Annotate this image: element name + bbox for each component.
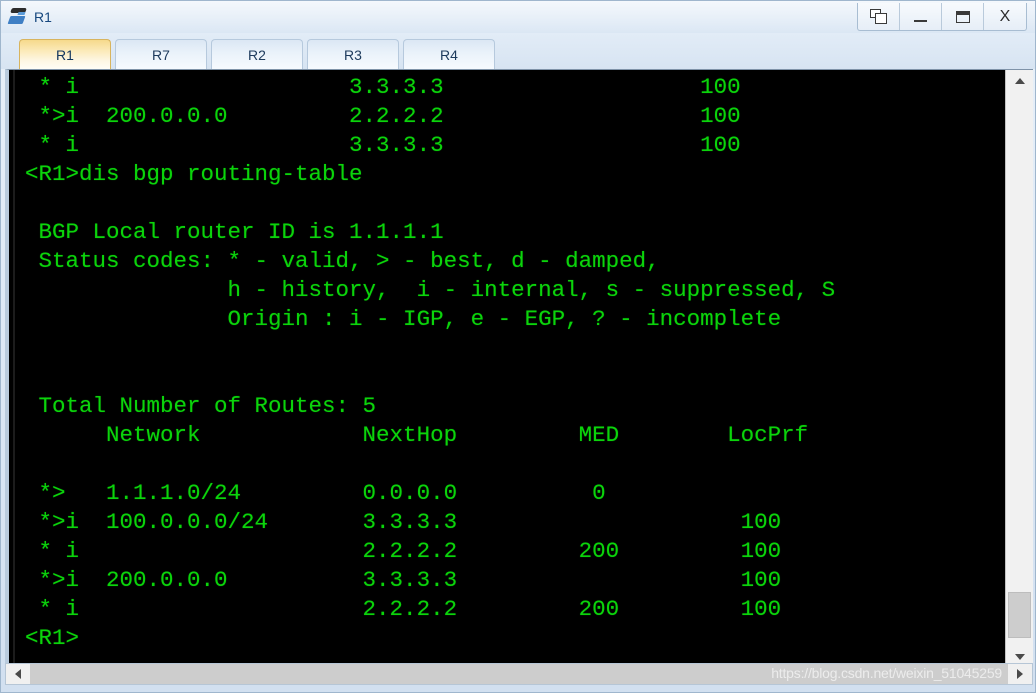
vertical-scrollbar[interactable] xyxy=(1005,70,1033,668)
tab-r3[interactable]: R3 xyxy=(307,39,399,69)
tab-r4[interactable]: R4 xyxy=(403,39,495,69)
scroll-right-button[interactable] xyxy=(1008,664,1032,684)
chevron-right-icon xyxy=(1017,669,1023,679)
chevron-up-icon xyxy=(1014,78,1025,84)
horizontal-scrollbar[interactable]: https://blog.csdn.net/weixin_51045259 xyxy=(5,663,1033,685)
minimize-icon xyxy=(914,19,927,22)
tab-label: R2 xyxy=(248,46,266,63)
terminal-screen[interactable]: * i 3.3.3.3 100 *>i 200.0.0.0 2.2.2.2 10… xyxy=(15,70,1011,668)
terminal-inner: * i 3.3.3.3 100 *>i 200.0.0.0 2.2.2.2 10… xyxy=(13,70,1033,669)
terminal-window: R1 X R1 R7 R2 R3 R4 * i 3.3.3.3 100 *>i … xyxy=(0,0,1036,693)
tab-label: R3 xyxy=(344,46,362,63)
tab-r2[interactable]: R2 xyxy=(211,39,303,69)
router-icon xyxy=(7,7,28,27)
tab-label: R1 xyxy=(56,46,74,63)
restore-button[interactable] xyxy=(858,3,900,30)
chevron-left-icon xyxy=(15,669,21,679)
terminal-frame: * i 3.3.3.3 100 *>i 200.0.0.0 2.2.2.2 10… xyxy=(5,69,1033,669)
minimize-button[interactable] xyxy=(900,3,942,30)
tab-r7[interactable]: R7 xyxy=(115,39,207,69)
scroll-up-button[interactable] xyxy=(1006,70,1033,92)
window-controls: X xyxy=(857,3,1027,31)
maximize-button[interactable] xyxy=(942,3,984,30)
horizontal-scroll-track[interactable]: https://blog.csdn.net/weixin_51045259 xyxy=(30,664,1008,684)
watermark-text: https://blog.csdn.net/weixin_51045259 xyxy=(771,665,1002,681)
maximize-icon xyxy=(955,10,970,23)
restore-icon xyxy=(870,9,887,24)
window-title: R1 xyxy=(34,9,52,25)
scroll-left-button[interactable] xyxy=(6,664,30,684)
tab-label: R4 xyxy=(440,46,458,63)
tab-label: R7 xyxy=(152,46,170,63)
tab-r1[interactable]: R1 xyxy=(19,39,111,69)
chevron-down-icon xyxy=(1014,654,1025,660)
close-button[interactable]: X xyxy=(984,3,1026,30)
title-bar: R1 X xyxy=(1,1,1035,33)
device-tab-bar: R1 R7 R2 R3 R4 xyxy=(1,33,1035,69)
close-icon: X xyxy=(999,7,1011,25)
vertical-scroll-thumb[interactable] xyxy=(1008,592,1031,638)
terminal-output: * i 3.3.3.3 100 *>i 200.0.0.0 2.2.2.2 10… xyxy=(25,74,836,651)
